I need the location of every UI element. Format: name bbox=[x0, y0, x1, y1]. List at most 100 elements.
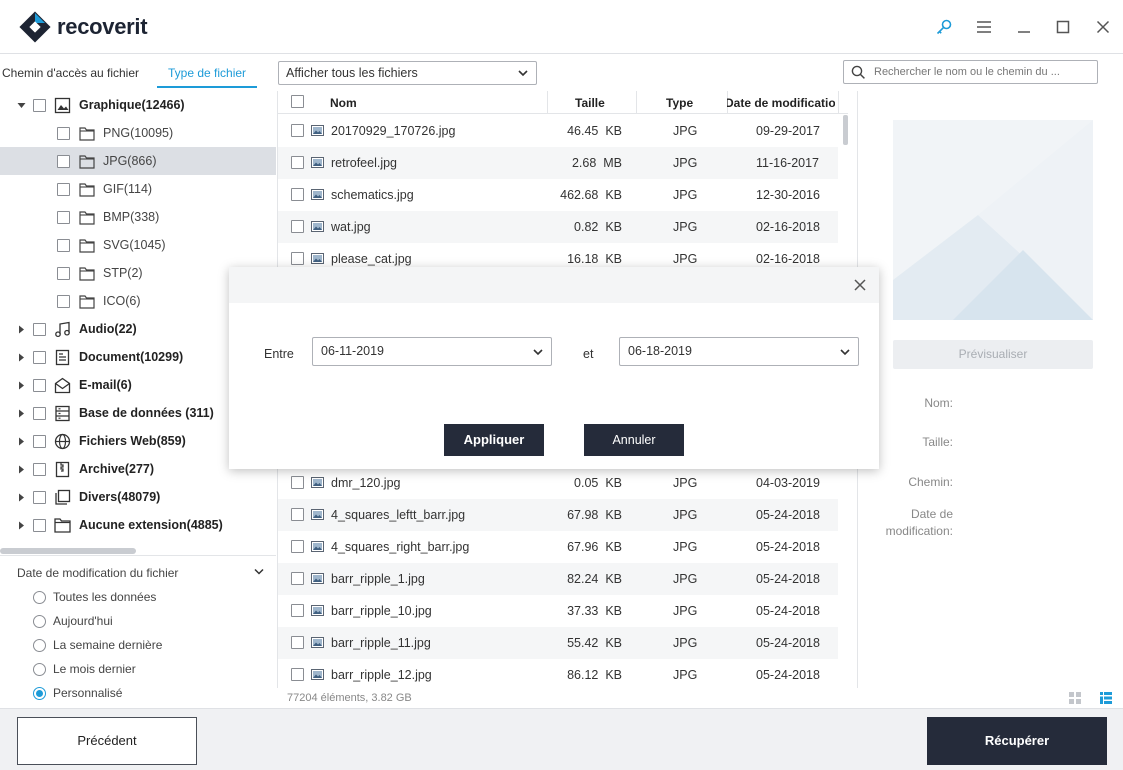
radio-circle[interactable] bbox=[33, 590, 46, 604]
table-row[interactable]: schematics.jpg 462.68 KB JPG 12-30-2016 bbox=[278, 179, 838, 211]
tree-item-svg[interactable]: SVG(1045) bbox=[0, 231, 276, 259]
checkbox[interactable] bbox=[57, 126, 70, 140]
column-type[interactable]: Type bbox=[666, 96, 693, 110]
tree-item-png[interactable]: PNG(10095) bbox=[0, 119, 276, 147]
table-row[interactable]: barr_ripple_1.jpg 82.24 KB JPG 05-24-2018 bbox=[278, 563, 838, 595]
row-checkbox[interactable] bbox=[291, 636, 304, 649]
preview-size-label: Taille: bbox=[922, 435, 953, 449]
radio-all-data[interactable]: Toutes les données bbox=[33, 590, 156, 604]
table-row[interactable]: 4_squares_leftt_barr.jpg 67.98 KB JPG 05-24… bbox=[278, 499, 838, 531]
to-date-dropdown[interactable]: 06-18-2019 bbox=[619, 337, 859, 366]
table-row[interactable]: 20170929_170726.jpg 46.45 KB JPG 09-29-2017 bbox=[278, 115, 838, 147]
preview-button[interactable]: Prévisualiser bbox=[893, 340, 1093, 369]
tree-item-gif[interactable]: GIF(114) bbox=[0, 175, 276, 203]
tree-item-no-extension[interactable]: Aucune extension(4885) bbox=[0, 511, 276, 539]
tree-item-misc[interactable]: Divers(48079) bbox=[0, 483, 276, 511]
file-type: JPG bbox=[673, 252, 698, 266]
checkbox[interactable] bbox=[57, 294, 70, 308]
radio-last-month[interactable]: Le mois dernier bbox=[33, 662, 136, 676]
checkbox[interactable] bbox=[33, 518, 46, 532]
checkbox[interactable] bbox=[33, 322, 46, 336]
file-filter-dropdown[interactable]: Afficher tous les fichiers bbox=[278, 61, 537, 85]
checkbox[interactable] bbox=[33, 98, 46, 112]
table-row[interactable]: wat.jpg 0.82 KB JPG 02-16-2018 bbox=[278, 211, 838, 243]
checkbox[interactable] bbox=[57, 238, 70, 252]
chevron-right-icon[interactable] bbox=[16, 380, 26, 390]
row-checkbox[interactable] bbox=[291, 476, 304, 489]
key-icon[interactable] bbox=[934, 17, 954, 37]
checkbox[interactable] bbox=[33, 406, 46, 420]
grid-view-icon[interactable] bbox=[1068, 691, 1082, 705]
apply-button[interactable]: Appliquer bbox=[444, 424, 544, 456]
radio-last-week[interactable]: La semaine dernière bbox=[33, 638, 162, 652]
radio-circle[interactable] bbox=[33, 686, 46, 700]
radio-circle[interactable] bbox=[33, 662, 46, 676]
chevron-down-icon[interactable] bbox=[254, 568, 264, 575]
checkbox[interactable] bbox=[33, 350, 46, 364]
tree-item-graphique[interactable]: Graphique(12466) bbox=[0, 91, 276, 119]
from-date-dropdown[interactable]: 06-11-2019 bbox=[312, 337, 552, 366]
column-divider[interactable] bbox=[838, 91, 839, 114]
radio-circle[interactable] bbox=[33, 638, 46, 652]
chevron-right-icon[interactable] bbox=[16, 464, 26, 474]
close-icon[interactable] bbox=[852, 277, 868, 293]
checkbox[interactable] bbox=[33, 490, 46, 504]
list-view-icon[interactable] bbox=[1099, 691, 1113, 705]
chevron-right-icon[interactable] bbox=[16, 492, 26, 502]
row-checkbox[interactable] bbox=[291, 604, 304, 617]
chevron-expanded-icon[interactable] bbox=[16, 100, 26, 110]
table-row[interactable]: dmr_120.jpg 0.05 KB JPG 04-03-2019 bbox=[278, 467, 838, 499]
table-row[interactable]: retrofeel.jpg 2.68 MB JPG 11-16-2017 bbox=[278, 147, 838, 179]
tab-file-type[interactable]: Type de fichier bbox=[157, 58, 258, 88]
column-date[interactable]: Date de modificatio bbox=[727, 96, 835, 110]
table-row[interactable]: 4_squares_right_barr.jpg 67.96 KB JPG 05-24… bbox=[278, 531, 838, 563]
close-icon[interactable] bbox=[1093, 17, 1113, 37]
search-box[interactable] bbox=[843, 60, 1098, 84]
row-checkbox[interactable] bbox=[291, 572, 304, 585]
row-checkbox[interactable] bbox=[291, 540, 304, 553]
radio-custom[interactable]: Personnalisé bbox=[33, 686, 122, 700]
chevron-right-icon[interactable] bbox=[16, 520, 26, 530]
radio-circle[interactable] bbox=[33, 614, 46, 628]
checkbox[interactable] bbox=[57, 266, 70, 280]
previous-button[interactable]: Précédent bbox=[17, 717, 197, 765]
column-divider[interactable] bbox=[547, 91, 548, 114]
checkbox[interactable] bbox=[33, 378, 46, 392]
table-row[interactable]: barr_ripple_12.jpg 86.12 KB JPG 05-24-2018 bbox=[278, 659, 838, 691]
chevron-right-icon[interactable] bbox=[16, 352, 26, 362]
menu-icon[interactable] bbox=[974, 17, 994, 37]
column-divider[interactable] bbox=[636, 91, 637, 114]
table-row[interactable]: barr_ripple_11.jpg 55.42 KB JPG 05-24-2018 bbox=[278, 627, 838, 659]
tab-file-path[interactable]: Chemin d'accès au fichier bbox=[2, 58, 139, 88]
row-checkbox[interactable] bbox=[291, 188, 304, 201]
table-row[interactable]: barr_ripple_10.jpg 37.33 KB JPG 05-24-2018 bbox=[278, 595, 838, 627]
row-checkbox[interactable] bbox=[291, 156, 304, 169]
select-all-checkbox[interactable] bbox=[291, 95, 304, 108]
maximize-icon[interactable] bbox=[1053, 17, 1073, 37]
row-checkbox[interactable] bbox=[291, 220, 304, 233]
checkbox[interactable] bbox=[57, 154, 70, 168]
row-checkbox[interactable] bbox=[291, 124, 304, 137]
tree-item-jpg[interactable]: JPG(866) bbox=[0, 147, 276, 175]
checkbox[interactable] bbox=[33, 434, 46, 448]
search-input[interactable] bbox=[874, 64, 1092, 80]
row-checkbox[interactable] bbox=[291, 668, 304, 681]
chevron-right-icon[interactable] bbox=[16, 408, 26, 418]
row-checkbox[interactable] bbox=[291, 252, 304, 265]
checkbox[interactable] bbox=[57, 210, 70, 224]
table-vertical-scrollbar[interactable] bbox=[843, 115, 848, 145]
row-checkbox[interactable] bbox=[291, 508, 304, 521]
column-name[interactable]: Nom bbox=[330, 96, 357, 110]
tree-horizontal-scrollbar[interactable] bbox=[0, 548, 276, 554]
column-size[interactable]: Taille bbox=[575, 96, 605, 110]
recover-button[interactable]: Récupérer bbox=[927, 717, 1107, 765]
scrollbar-thumb[interactable] bbox=[0, 548, 136, 554]
minimize-icon[interactable] bbox=[1014, 17, 1034, 37]
chevron-right-icon[interactable] bbox=[16, 436, 26, 446]
checkbox[interactable] bbox=[33, 462, 46, 476]
radio-today[interactable]: Aujourd'hui bbox=[33, 614, 113, 628]
checkbox[interactable] bbox=[57, 182, 70, 196]
chevron-right-icon[interactable] bbox=[16, 324, 26, 334]
tree-item-bmp[interactable]: BMP(338) bbox=[0, 203, 276, 231]
cancel-button[interactable]: Annuler bbox=[584, 424, 684, 456]
